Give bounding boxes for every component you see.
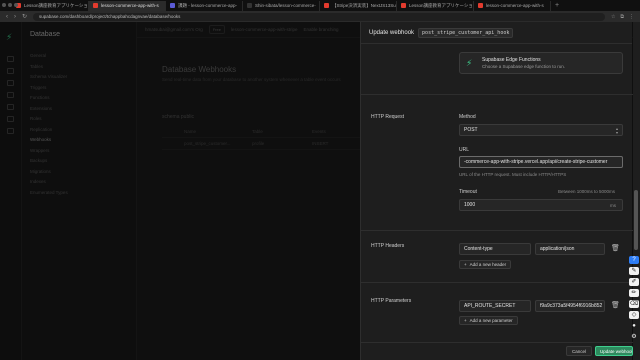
tab-label: lesson-commerce-app-with-s [101,3,159,8]
browser-tab[interactable]: Lesson講座教育アプリケーション [397,0,474,11]
back-icon[interactable]: ‹ [6,14,8,20]
timeout-value: 1000 [464,202,476,208]
settings-gear-icon[interactable]: ⚙ [629,333,639,341]
divider [361,282,633,283]
window-controls[interactable] [2,3,18,7]
param-key-value: API_ROUTE_SECRET [464,303,516,309]
param-value-value: f9a9c373a5f4954f6916b852 [540,303,603,309]
annotation-toolbar: ? ✎ ✐ ✏ ⌫ ◇ ● ⚙ [628,254,640,360]
tab-label: Lesson講座教育アプリケーション [409,2,474,8]
timeout-field[interactable]: 1000 ms [459,199,623,211]
header-key-value: Content-type [464,246,493,252]
tab-favicon-icon [170,3,175,8]
url-value: -commerce-app-with-stripe.vercel.app/api… [464,159,608,165]
edge-function-desc: Choose a Supabase edge function to run. [482,64,566,69]
timeout-label: Timeout [459,189,477,195]
tab-label: 課題 - lesson-commerce-app- [178,2,238,8]
browser-tab[interactable]: 【Stripe決済実装】NextJS13Supabas [320,0,397,11]
timeout-hint: Between 1000ms to 5000ms [558,189,616,194]
param-value-input[interactable]: f9a9c373a5f4954f6916b852 [535,300,605,312]
panel-header: Update webhook post_stripe_customer_api_… [361,22,632,44]
delete-header-trash-icon[interactable]: 🗑 [611,244,620,254]
shape-icon[interactable]: ◇ [629,311,639,319]
tab-label: Lesson講座教育アプリケーション [24,2,89,8]
url-input[interactable]: supabase.com/dashboard/project/tchappbah… [33,12,605,21]
delete-param-trash-icon[interactable]: 🗑 [611,301,620,311]
browser-tab-bar: Lesson講座教育アプリケーション lesson-commerce-app-wi… [0,0,640,11]
pen-icon[interactable]: ✎ [629,267,639,275]
color-dot-icon[interactable]: ● [629,322,639,330]
browser-tab[interactable]: Shin-sibata/lesson-commerce- [243,0,320,11]
marker-icon[interactable]: ✐ [629,278,639,286]
tab-favicon-icon [478,3,483,8]
add-header-label: Add a new header [469,262,507,267]
add-parameter-label: Add a new parameter [469,318,513,323]
new-tab-icon[interactable]: + [555,2,559,9]
update-webhook-panel: Update webhook post_stripe_customer_api_… [360,22,633,360]
browser-tab[interactable]: Lesson講座教育アプリケーション [12,0,89,11]
bookmark-icon[interactable]: ☆ [611,14,615,20]
http-request-section-label: HTTP Request [371,114,404,120]
tab-label: Shin-sibata/lesson-commerce- [255,3,316,8]
http-headers-section-label: HTTP Headers [371,243,405,249]
param-key-input[interactable]: API_ROUTE_SECRET [459,300,531,312]
help-icon[interactable]: ? [629,256,639,264]
url-field[interactable]: -commerce-app-with-stripe.vercel.app/api… [459,156,623,168]
plus-icon: + [464,318,467,323]
browser-tab[interactable]: lesson-commerce-app-with-s [474,0,551,11]
url-label: URL [459,147,470,153]
highlighter-icon[interactable]: ✏ [629,289,639,297]
edge-function-title: Supabase Edge Functions [482,57,541,63]
browser-tab[interactable]: 課題 - lesson-commerce-app- [166,0,243,11]
header-value-value: application/json [540,246,575,252]
menu-icon[interactable]: ⋮ [629,14,634,20]
webhook-name-badge: post_stripe_customer_api_hook [418,27,514,38]
header-value-input[interactable]: application/json [535,243,605,255]
tab-favicon-icon [324,3,329,8]
panel-title: Update webhook [369,29,415,36]
divider [361,230,633,231]
panel-scrollbar-thumb[interactable] [634,190,638,250]
timeout-unit: ms [610,202,616,208]
reload-icon[interactable]: ↻ [22,13,27,20]
method-select[interactable]: POST ▴ ▾ [459,124,623,136]
tab-label: lesson-commerce-app-with-s [486,3,544,8]
chevron-up-down-icon: ▴ ▾ [615,126,618,135]
method-label: Method [459,114,476,120]
header-key-input[interactable]: Content-type [459,243,531,255]
forward-icon[interactable]: › [14,14,16,20]
browser-tab[interactable]: lesson-commerce-app-with-s [89,0,166,11]
panel-footer: Cancel Update webhook [361,342,633,360]
cancel-button[interactable]: Cancel [566,346,593,356]
tab-favicon-icon [401,3,406,8]
extensions-icon[interactable]: ⧉ [620,14,624,20]
plus-icon: + [464,262,467,267]
http-params-section-label: HTTP Parameters [371,298,412,304]
add-header-button[interactable]: + Add a new header [459,260,512,269]
url-hint: URL of the HTTP request. Must include HT… [459,172,567,177]
divider [361,94,633,95]
add-parameter-button[interactable]: + Add a new parameter [459,316,518,325]
method-value: POST [464,127,478,133]
eraser-icon[interactable]: ⌫ [629,300,639,308]
address-bar: ‹ › ↻ supabase.com/dashboard/project/tch… [0,11,640,22]
tab-favicon-icon [247,3,252,8]
edge-function-option[interactable]: ⚡ Supabase Edge Functions Choose a Supab… [459,52,623,74]
supabase-bolt-icon: ⚡ [466,58,473,68]
tab-favicon-icon [93,3,98,8]
tab-label: 【Stripe決済実装】NextJS13Supabas [332,2,396,8]
